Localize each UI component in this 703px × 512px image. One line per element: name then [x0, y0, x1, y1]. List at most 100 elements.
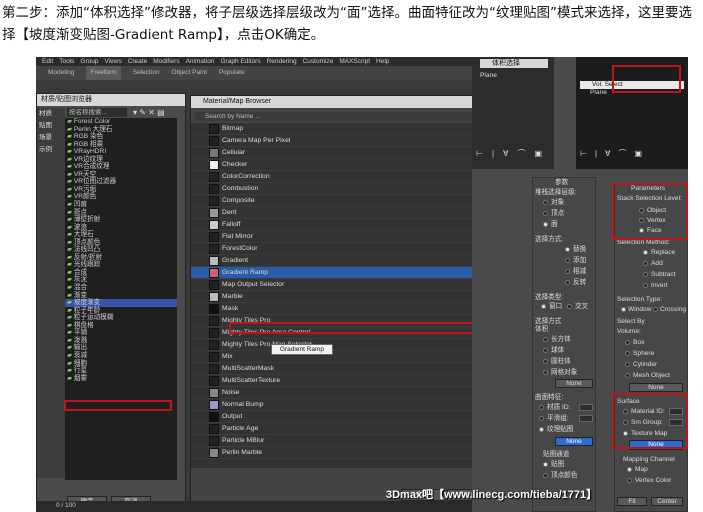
en-channel-vertexcolor[interactable]: Vertex Color [635, 477, 671, 485]
cn-type-crossing[interactable]: 交叉 [575, 303, 588, 311]
menu-item[interactable]: Customize [303, 57, 334, 66]
en-volume-sphere[interactable]: Sphere [633, 350, 654, 358]
cn-map-item[interactable]: ▰ VR位图过滤器 [65, 178, 177, 186]
en-type-crossing[interactable]: Crossing [660, 306, 686, 314]
cn-map-item[interactable]: ▰ 法线凹凸 [65, 246, 177, 254]
cn-method-add[interactable]: 添加 [573, 257, 586, 265]
cn-map-item[interactable]: ▰ 输出 [65, 344, 177, 352]
material-map-item[interactable]: Bitmap [191, 123, 491, 135]
cn-map-item[interactable]: ▰ Forest Color [65, 118, 177, 126]
cn-map-item[interactable]: ▰ 渐变 [65, 292, 177, 300]
material-map-item[interactable]: Noise [191, 387, 491, 399]
cn-stack-vertex[interactable]: 顶点 [551, 210, 564, 218]
cn-map-item[interactable]: ▰ VRayHDRI [65, 148, 177, 156]
menu-item[interactable]: MAXScript [339, 57, 370, 66]
material-map-item[interactable]: MultiScatterMask [191, 363, 491, 375]
menu-item[interactable]: Rendering [267, 57, 297, 66]
cn-map-item[interactable]: ▰ VR合成纹理 [65, 163, 177, 171]
cn-surface-matid[interactable]: 材质 ID: [547, 404, 570, 412]
material-map-item[interactable]: Gradient Ramp [191, 267, 491, 279]
material-map-item[interactable]: Particle Age [191, 423, 491, 435]
cn-map-item[interactable]: ▰ 混合 [65, 284, 177, 292]
cn-method-replace[interactable]: 替换 [573, 246, 586, 254]
en-method-add[interactable]: Add [651, 260, 663, 268]
menu-item[interactable]: Create [128, 57, 148, 66]
cn-map-item[interactable]: ▰ 光线跟踪 [65, 261, 177, 269]
cn-category[interactable]: 示例 [37, 144, 65, 156]
cn-surface-texture[interactable]: 纹理贴图 [547, 426, 573, 434]
timeline-bar[interactable]: 0 / 100 [36, 501, 472, 512]
en-volume-box[interactable]: Box [633, 339, 644, 347]
cn-map-item[interactable]: ▰ 薄壁折射 [65, 216, 177, 224]
cn-volume-mesh[interactable]: 网格对象 [551, 369, 577, 377]
material-map-item[interactable]: Particle MBlur [191, 435, 491, 447]
cn-plane-item[interactable]: Plane [480, 72, 497, 80]
cn-map-item[interactable]: ▰ 灰泥 [65, 276, 177, 284]
material-map-item[interactable]: Mighty Tiles Pro Map Selector [191, 339, 491, 351]
material-map-item[interactable]: Checker [191, 159, 491, 171]
cn-volsel-modifier[interactable]: 体积选择 [480, 59, 548, 68]
material-map-item[interactable]: Composite [191, 195, 491, 207]
cn-surface-smgroup[interactable]: 平滑组: [547, 415, 569, 423]
material-map-item[interactable]: MultiScatterTexture [191, 375, 491, 387]
material-map-item[interactable]: Cellular [191, 147, 491, 159]
material-map-item[interactable]: ForestColor [191, 243, 491, 255]
ribbon-tab[interactable]: Modeling [48, 66, 74, 80]
cn-matid-spinner[interactable] [579, 404, 593, 411]
cn-mesh-none-button[interactable]: None [555, 379, 593, 388]
cn-search-input[interactable]: 按名称搜索... [67, 108, 127, 117]
cn-stack-object[interactable]: 对象 [551, 199, 564, 207]
en-stack-tools-icon[interactable]: ⊢|∀⌒▣ [580, 149, 686, 158]
material-map-item[interactable]: Flat Mirror [191, 231, 491, 243]
cn-channel-vertexcolor[interactable]: 顶点颜色 [551, 472, 577, 480]
cn-channel-map[interactable]: 贴图 [551, 461, 564, 469]
en-mesh-none-button[interactable]: None [629, 383, 683, 392]
ribbon-tab[interactable]: Freeform [86, 66, 121, 80]
cn-map-item[interactable]: ▰ 大理石 [65, 231, 177, 239]
en-method-subtract[interactable]: Subtract [651, 271, 676, 279]
material-map-item[interactable]: Normal Bump [191, 399, 491, 411]
cn-map-item[interactable]: ▰ 坡度渐变 [65, 299, 177, 307]
menu-item[interactable]: Help [376, 57, 389, 66]
menu-item[interactable]: Views [104, 57, 121, 66]
en-method-invert[interactable]: Invert [651, 282, 668, 290]
cn-category[interactable]: 场景 [37, 132, 65, 144]
material-map-item[interactable]: Camera Map Per Pixel [191, 135, 491, 147]
cn-map-item[interactable]: ▰ 衰减 [65, 352, 177, 360]
cn-map-item[interactable]: ▰ RGB 相乘 [65, 141, 177, 149]
cn-volume-box[interactable]: 长方体 [551, 336, 571, 344]
en-fit-button[interactable]: Fit [617, 497, 647, 506]
en-method-replace[interactable]: Replace [651, 249, 675, 257]
cn-map-item[interactable]: ▰ 凹痕 [65, 201, 177, 209]
material-map-item[interactable]: Output [191, 411, 491, 423]
en-plane-item[interactable]: Plane [590, 89, 607, 97]
en-volume-mesh[interactable]: Mesh Object [633, 372, 670, 380]
menu-item[interactable]: Edit [42, 57, 53, 66]
cn-map-item[interactable]: ▰ 粒子运动模糊 [65, 314, 177, 322]
en-channel-map[interactable]: Map [635, 466, 648, 474]
menu-item[interactable]: Graph Editors [221, 57, 261, 66]
cn-map-item[interactable]: ▰ 细胞 [65, 360, 177, 368]
cn-map-item[interactable]: ▰ Perlin 大理石 [65, 126, 177, 134]
cn-type-window[interactable]: 窗口 [549, 303, 562, 311]
menu-item[interactable]: Tools [59, 57, 74, 66]
menu-item[interactable]: Group [80, 57, 98, 66]
en-center-button[interactable]: Center [651, 497, 683, 506]
cn-volume-sphere[interactable]: 球体 [551, 347, 564, 355]
en-volume-cylinder[interactable]: Cylinder [633, 361, 657, 369]
menu-item[interactable]: Animation [186, 57, 215, 66]
ribbon-tab[interactable]: Populate [219, 66, 245, 80]
material-map-item[interactable]: Combustion [191, 183, 491, 195]
cn-map-item[interactable]: ▰ 烟雾 [65, 375, 177, 383]
cn-stack-tools-icon[interactable]: ⊢|∀⌒▣ [476, 149, 556, 158]
ribbon-tab[interactable]: Object Paint [172, 66, 207, 80]
cn-category[interactable]: 贴图 [37, 120, 65, 132]
en-type-window[interactable]: Window [628, 306, 651, 314]
cn-map-item[interactable]: ▰ 行星 [65, 367, 177, 375]
material-map-item[interactable]: Mask [191, 303, 491, 315]
cn-map-item[interactable]: ▰ VR颜色 [65, 193, 177, 201]
cn-map-item[interactable]: ▰ 平铺 [65, 329, 177, 337]
cn-map-item[interactable]: ▰ RGB 染色 [65, 133, 177, 141]
cn-volume-cylinder[interactable]: 圆柱体 [551, 358, 571, 366]
material-search-input[interactable]: Search by Name ... [195, 112, 493, 121]
